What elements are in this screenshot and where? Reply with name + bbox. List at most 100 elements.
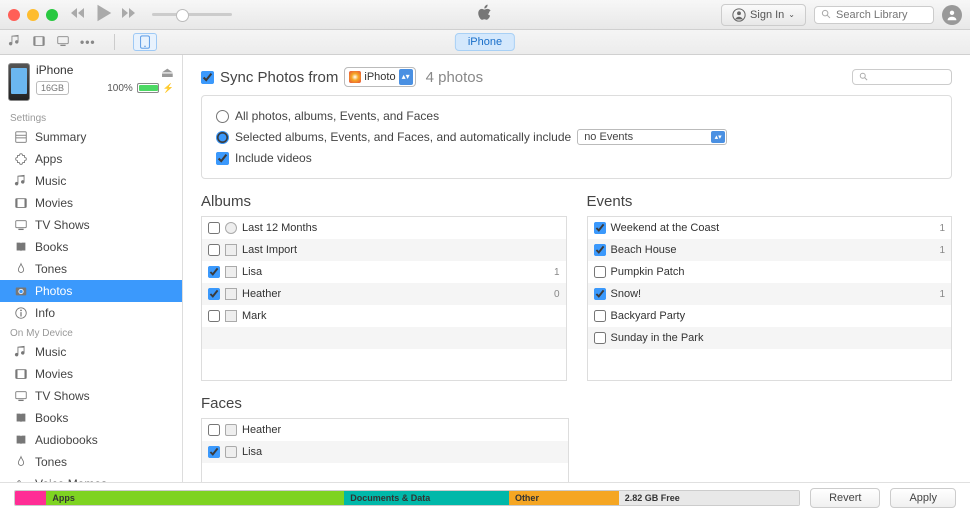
list-item-label: Heather <box>242 424 281 436</box>
sidebar-item-label: Books <box>35 411 68 425</box>
sidebar-item-label: Tones <box>35 262 67 276</box>
albums-list: Last 12 MonthsLast ImportLisa1Heather0Ma… <box>201 216 567 381</box>
apply-button[interactable]: Apply <box>890 488 956 508</box>
list-item-checkbox[interactable] <box>208 244 220 256</box>
more-tabs-icon[interactable]: ••• <box>80 35 96 49</box>
list-item-label: Sunday in the Park <box>611 332 704 344</box>
sidebar-item-books[interactable]: Books <box>0 407 182 429</box>
list-item[interactable]: Lisa1 <box>202 261 566 283</box>
sidebar-item-label: Music <box>35 345 66 359</box>
sidebar-item-tones[interactable]: Tones <box>0 451 182 473</box>
toolbar: ••• iPhone <box>0 30 970 55</box>
sidebar-item-audiobooks[interactable]: Audiobooks <box>0 429 182 451</box>
all-photos-radio[interactable] <box>216 110 229 123</box>
list-item-checkbox[interactable] <box>594 244 606 256</box>
list-item[interactable]: Snow!1 <box>588 283 952 305</box>
prev-track-button[interactable] <box>70 5 86 24</box>
list-item-checkbox[interactable] <box>208 288 220 300</box>
search-icon <box>821 9 832 20</box>
maximize-button[interactable] <box>46 9 58 21</box>
minimize-button[interactable] <box>27 9 39 21</box>
include-videos-checkbox[interactable] <box>216 152 229 165</box>
play-button[interactable] <box>92 2 114 27</box>
list-item[interactable]: Weekend at the Coast1 <box>588 217 952 239</box>
music-icon <box>14 345 28 359</box>
apps-icon <box>14 152 28 166</box>
movies-tab-icon[interactable] <box>32 34 46 51</box>
account-icon[interactable] <box>942 5 962 25</box>
sidebar-item-tv-shows[interactable]: TV Shows <box>0 214 182 236</box>
sidebar-item-info[interactable]: Info <box>0 302 182 324</box>
list-item-checkbox[interactable] <box>208 424 220 436</box>
search-library-input[interactable] <box>836 9 926 21</box>
volume-slider[interactable] <box>152 13 232 16</box>
search-library[interactable] <box>814 6 934 24</box>
content-area: Sync Photos from iPhoto ▴▾ 4 photos All … <box>183 55 970 482</box>
list-item[interactable]: Heather0 <box>202 283 566 305</box>
music-tab-icon[interactable] <box>8 34 22 51</box>
sidebar-item-tones[interactable]: Tones <box>0 258 182 280</box>
search-icon <box>859 72 869 82</box>
sidebar-item-label: Info <box>35 306 55 320</box>
list-item-checkbox[interactable] <box>208 222 220 234</box>
list-item-label: Lisa <box>242 266 262 278</box>
tv-tab-icon[interactable] <box>56 34 70 51</box>
eject-icon[interactable]: ⏏ <box>161 64 174 81</box>
events-include-select[interactable]: no Events ▴▾ <box>577 129 727 145</box>
list-item[interactable]: Heather <box>202 419 568 441</box>
list-item-checkbox[interactable] <box>594 310 606 322</box>
list-item-checkbox[interactable] <box>208 266 220 278</box>
list-item-checkbox[interactable] <box>208 310 220 322</box>
sidebar-item-movies[interactable]: Movies <box>0 192 182 214</box>
list-item[interactable]: Pumpkin Patch <box>588 261 952 283</box>
list-item[interactable]: Last Import <box>202 239 566 261</box>
sidebar-item-label: Books <box>35 240 68 254</box>
device-pill[interactable]: iPhone <box>455 33 515 51</box>
usage-segment: Documents & Data <box>344 491 509 505</box>
list-item[interactable]: Mark <box>202 305 566 327</box>
list-item[interactable]: Last 12 Months <box>202 217 566 239</box>
content-search[interactable] <box>852 69 952 85</box>
revert-button[interactable]: Revert <box>810 488 880 508</box>
photo-app-label: iPhoto <box>364 71 395 83</box>
sidebar-item-music[interactable]: Music <box>0 170 182 192</box>
user-icon <box>732 8 746 22</box>
photo-app-selector[interactable]: iPhoto ▴▾ <box>344 67 415 87</box>
list-item-checkbox[interactable] <box>594 288 606 300</box>
list-item-checkbox[interactable] <box>594 266 606 278</box>
sign-in-button[interactable]: Sign In ⌄ <box>721 4 806 26</box>
sidebar-item-tv-shows[interactable]: TV Shows <box>0 385 182 407</box>
events-select-value: no Events <box>584 131 633 143</box>
next-track-button[interactable] <box>120 5 136 24</box>
album-icon <box>225 266 237 278</box>
sidebar-item-books[interactable]: Books <box>0 236 182 258</box>
sidebar-item-label: Movies <box>35 196 73 210</box>
movies-icon <box>14 196 28 210</box>
list-item-checkbox[interactable] <box>208 446 220 458</box>
sidebar-item-music[interactable]: Music <box>0 341 182 363</box>
list-item[interactable]: Sunday in the Park <box>588 327 952 349</box>
sidebar-item-summary[interactable]: Summary <box>0 126 182 148</box>
sidebar-item-apps[interactable]: Apps <box>0 148 182 170</box>
device-button[interactable] <box>133 33 157 51</box>
sidebar-item-label: Apps <box>35 152 62 166</box>
photo-count: 4 photos <box>426 69 484 86</box>
charging-icon: ⚡ <box>163 83 174 94</box>
list-item-label: Weekend at the Coast <box>611 222 720 234</box>
playback-controls <box>70 2 232 27</box>
sidebar-item-movies[interactable]: Movies <box>0 363 182 385</box>
list-item-checkbox[interactable] <box>594 222 606 234</box>
sidebar-item-label: Audiobooks <box>35 433 98 447</box>
sidebar-item-label: Tones <box>35 455 67 469</box>
list-item[interactable]: Backyard Party <box>588 305 952 327</box>
sync-title: Sync Photos from <box>220 69 338 86</box>
sync-options: All photos, albums, Events, and Faces Se… <box>201 95 952 179</box>
selected-photos-radio[interactable] <box>216 131 229 144</box>
list-item-checkbox[interactable] <box>594 332 606 344</box>
sync-photos-checkbox[interactable] <box>201 71 214 84</box>
sidebar-item-photos[interactable]: Photos <box>0 280 182 302</box>
list-item[interactable]: Beach House1 <box>588 239 952 261</box>
list-item[interactable]: Lisa <box>202 441 568 463</box>
close-button[interactable] <box>8 9 20 21</box>
sidebar-item-voice-memos[interactable]: Voice Memos <box>0 473 182 482</box>
